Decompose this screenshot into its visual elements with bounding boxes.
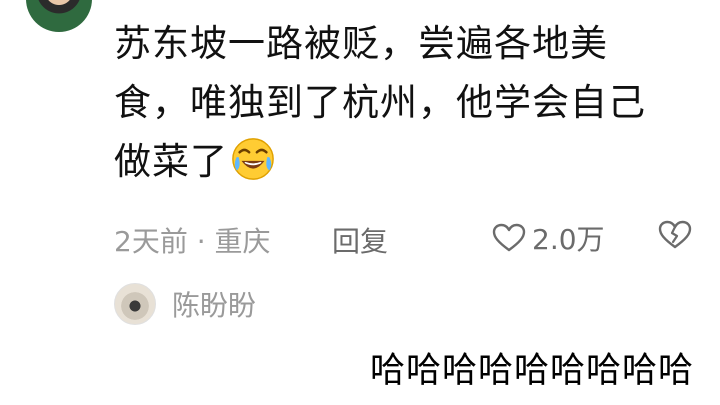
heart-icon [492,223,526,252]
comment-time-location: 2天前 · 重庆 [114,225,271,258]
comment-line-3-text: 做菜了 [114,140,228,183]
crying-laughing-face-icon [232,138,274,180]
comment-line-1: 苏东坡一路被贬，尝遍各地美 [114,22,608,65]
comment-line-3: 做菜了 [114,132,694,191]
reply-preview[interactable]: 陈盼盼 [114,282,256,326]
comment-body: 苏东坡一路被贬，尝遍各地美 食，唯独到了杭州，他学会自己 做菜了 [114,14,694,191]
comment-meta: 2天前 · 重庆 回复 2.0万 [114,218,694,262]
like-count: 2.0万 [532,223,605,256]
commenter-avatar[interactable] [26,0,92,32]
reply-button[interactable]: 回复 [332,220,388,260]
comment-screen: 苏东坡一路被贬，尝遍各地美 食，唯独到了杭州，他学会自己 做菜了 2天前 · 重… [0,0,720,405]
dislike-button[interactable] [658,220,692,257]
comment-line-2: 食，唯独到了杭州，他学会自己 [114,81,646,124]
replier-avatar[interactable] [114,283,156,325]
video-caption: 哈哈哈哈哈哈哈哈哈 [369,351,694,391]
like-button[interactable]: 2.0万 [492,218,605,258]
replier-username[interactable]: 陈盼盼 [172,284,256,324]
broken-heart-icon [658,220,692,249]
